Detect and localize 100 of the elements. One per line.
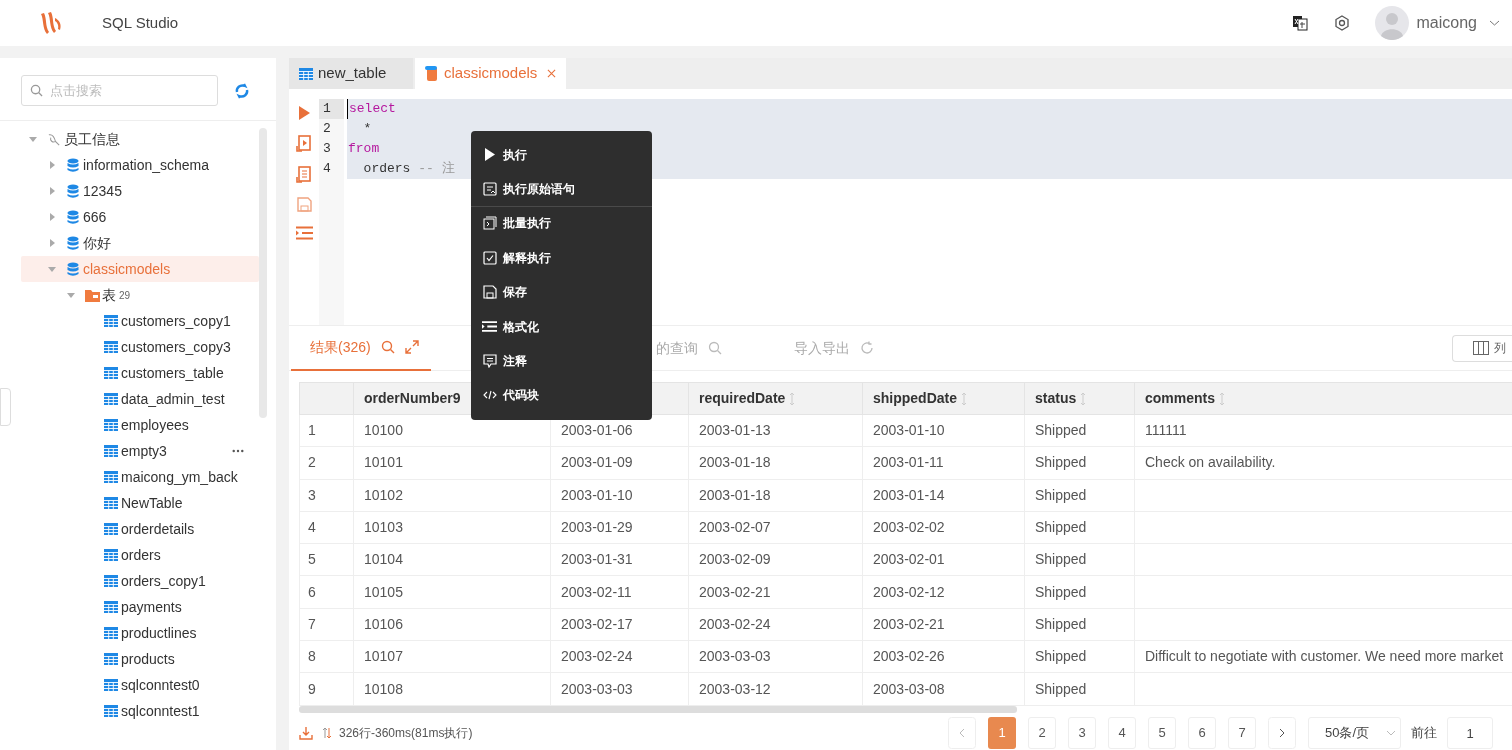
row-number: 1 [308, 422, 316, 439]
menu-item[interactable]: 注释 [471, 344, 652, 379]
script-icon [425, 65, 439, 82]
table-icon [104, 679, 118, 691]
refresh-icon[interactable] [860, 341, 874, 355]
search-icon[interactable] [708, 341, 722, 355]
download-icon[interactable] [299, 726, 313, 740]
page-button[interactable]: 5 [1148, 717, 1176, 749]
tree-item[interactable]: productlines [121, 622, 197, 644]
column-header[interactable]: orderNumber9 [364, 390, 461, 406]
tree-item[interactable]: 666 [83, 206, 107, 228]
search-icon[interactable] [380, 340, 395, 354]
editor-tab[interactable]: new_table [289, 58, 413, 89]
tree-item[interactable]: NewTable [121, 492, 183, 514]
next-page-button[interactable] [1268, 717, 1296, 749]
item-count: 29 [119, 288, 131, 303]
row-number: 5 [308, 551, 316, 568]
sort-icon[interactable] [322, 727, 332, 739]
tree-item[interactable]: maicong_ym_back [121, 466, 238, 488]
previous-page-button[interactable] [948, 717, 976, 749]
tree-item[interactable]: payments [121, 596, 182, 618]
menu-item[interactable]: 保存 [471, 275, 652, 310]
caret-icon[interactable] [48, 239, 56, 247]
caret-icon[interactable] [48, 187, 56, 195]
menu-item[interactable]: 解释执行 [471, 241, 652, 276]
table-cell: 2003-02-24 [561, 648, 633, 665]
horizontal-scrollbar[interactable] [299, 706, 1017, 713]
tree-item[interactable]: 你好 [83, 232, 111, 254]
tree-item[interactable]: customers_copy1 [121, 310, 231, 332]
table-cell: 10105 [364, 583, 403, 600]
caret-icon[interactable] [48, 265, 56, 273]
sort-icon[interactable] [789, 392, 796, 407]
page-button[interactable]: 4 [1108, 717, 1136, 749]
table-icon [104, 523, 118, 535]
page-button[interactable]: 6 [1188, 717, 1216, 749]
page-size-select[interactable]: 50条/页 [1308, 717, 1401, 749]
row-number: 8 [308, 648, 316, 665]
sort-icon[interactable] [961, 392, 967, 407]
line-number: 3 [319, 139, 344, 159]
tree-item[interactable]: 员工信息 [64, 128, 120, 150]
page-button[interactable]: 2 [1028, 717, 1056, 749]
document-icon[interactable] [296, 166, 312, 183]
table-cell: 2003-02-26 [873, 648, 945, 665]
caret-icon[interactable] [48, 161, 56, 169]
page-button[interactable]: 7 [1228, 717, 1256, 749]
play-icon[interactable] [297, 105, 311, 121]
caret-icon[interactable] [29, 135, 37, 143]
tree-item[interactable]: data_admin_test [121, 388, 225, 410]
tree-item[interactable]: products [121, 648, 175, 670]
settings-icon[interactable] [1333, 15, 1350, 31]
table-cell: 10101 [364, 454, 403, 471]
tree-item[interactable]: sqlconntest1 [121, 700, 200, 722]
tree-item[interactable]: empty3 [121, 440, 167, 462]
tree-item[interactable]: employees [121, 414, 189, 436]
format-icon[interactable] [295, 226, 313, 240]
sort-icon[interactable] [1219, 392, 1226, 407]
more-icon[interactable] [232, 449, 244, 453]
tree-item[interactable]: orders [121, 544, 161, 566]
avatar[interactable] [1374, 6, 1409, 40]
table-cell: 111111 [1145, 422, 1187, 439]
table-cell: 10104 [364, 551, 403, 568]
menu-item[interactable]: 批量执行 [471, 206, 652, 242]
search-field[interactable]: 点击搜索 [21, 75, 218, 106]
sync-icon[interactable] [234, 82, 250, 99]
tree-item[interactable]: 12345 [83, 180, 122, 202]
caret-icon[interactable] [48, 213, 56, 221]
column-header[interactable]: status [1035, 390, 1077, 406]
table-icon [104, 445, 118, 457]
menu-item[interactable]: 代码块 [471, 378, 652, 413]
table-cell: Shipped [1035, 454, 1087, 471]
tree-item[interactable]: information_schema [83, 154, 210, 176]
table-icon [104, 705, 118, 717]
close-icon[interactable] [547, 69, 556, 78]
columns-button[interactable]: 列 [1452, 334, 1512, 362]
tree-item[interactable]: 表 [102, 284, 116, 306]
database-icon [67, 157, 79, 173]
tree-item[interactable]: orderdetails [121, 518, 195, 540]
menu-item[interactable]: 格式化 [471, 309, 652, 345]
translate-icon[interactable] [1291, 15, 1308, 31]
comment-icon [482, 353, 497, 368]
user-name[interactable]: maicong [1416, 11, 1477, 35]
chevron-down-icon[interactable] [1489, 19, 1500, 27]
table-cell: 10100 [364, 422, 403, 439]
collapse-handle[interactable] [0, 388, 11, 426]
page-input[interactable]: 1 [1447, 717, 1493, 749]
tree-item[interactable]: customers_table [121, 362, 224, 384]
tree-item[interactable]: sqlconntest0 [121, 674, 200, 696]
tree-item[interactable]: customers_copy3 [121, 336, 231, 358]
format-icon [482, 320, 497, 334]
tree-item[interactable]: orders_copy1 [121, 570, 206, 592]
run-file-icon[interactable] [296, 135, 312, 152]
caret-icon[interactable] [67, 291, 75, 299]
page-button[interactable]: 3 [1068, 717, 1096, 749]
sort-icon[interactable] [1080, 392, 1087, 407]
column-header[interactable]: comments [1145, 390, 1216, 406]
menu-item[interactable]: 执行原始语句 [471, 172, 652, 207]
table-cell: 2003-03-03 [561, 680, 633, 697]
save-icon[interactable] [296, 197, 312, 212]
expand-icon[interactable] [404, 340, 419, 354]
table-cell: Shipped [1035, 551, 1087, 568]
